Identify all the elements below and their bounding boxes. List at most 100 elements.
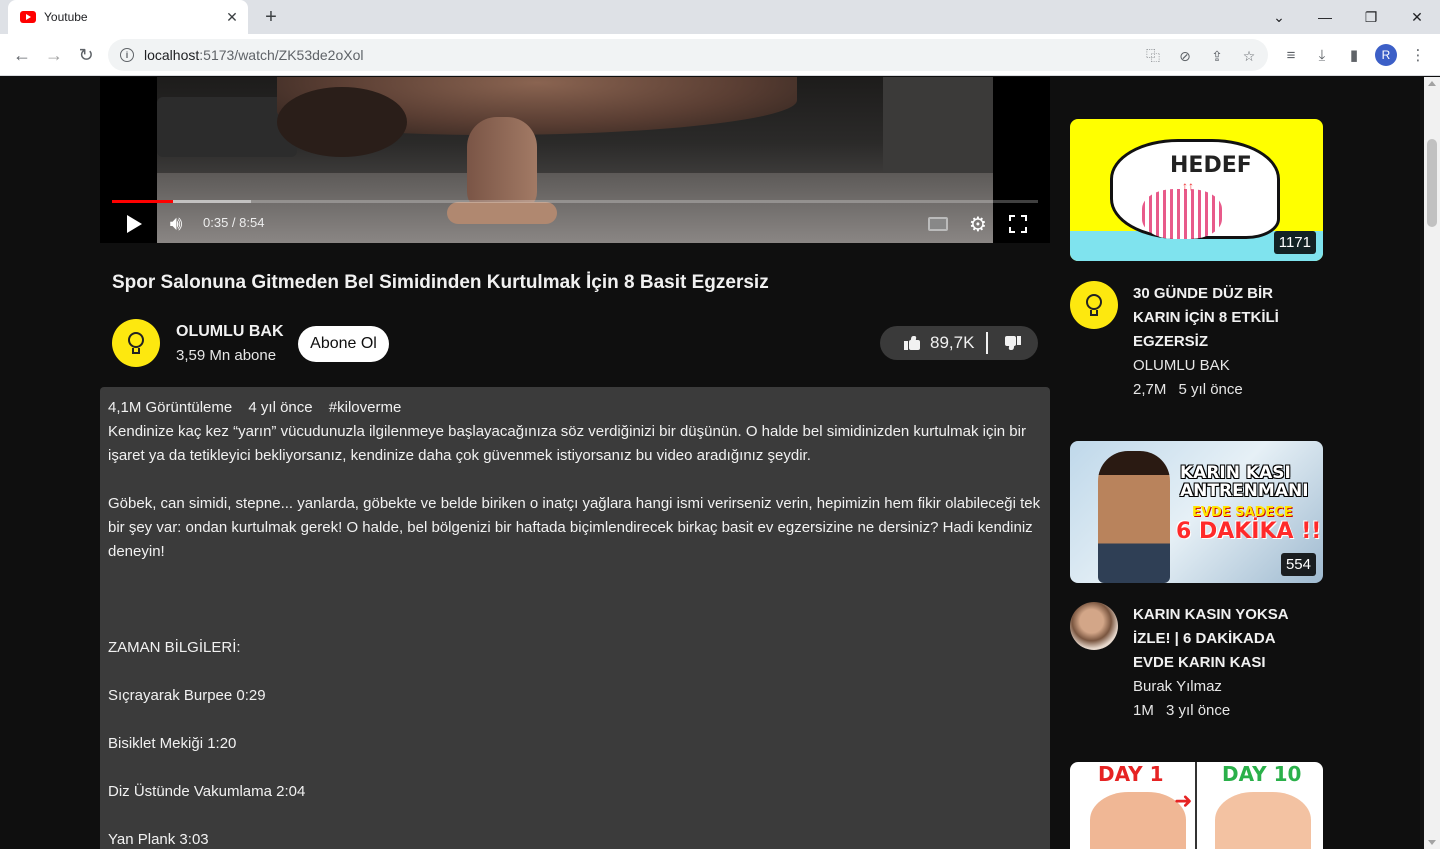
site-info-icon[interactable]: i <box>120 48 134 62</box>
arrow-right-icon: ➜ <box>1174 788 1193 813</box>
page-scrollbar[interactable] <box>1424 77 1440 849</box>
progress-played <box>112 200 174 203</box>
time-separator: / <box>228 215 240 230</box>
upload-age: 4 yıl önce <box>248 399 313 416</box>
person-hand <box>447 202 557 224</box>
like-button[interactable]: 89,7K <box>880 326 986 360</box>
bookmark-star-icon[interactable]: ☆ <box>1240 47 1258 65</box>
close-window-button[interactable]: ✕ <box>1394 0 1440 34</box>
thumb-separator <box>1195 762 1197 849</box>
timestamp-item: Bisiklet Mekiği 1:20 <box>108 735 237 752</box>
share-icon[interactable]: ⇪ <box>1208 47 1226 65</box>
recommendation-thumbnail[interactable]: DAY 1 DAY 10 ➜ <box>1070 762 1323 849</box>
youtube-favicon-icon <box>20 11 36 23</box>
channel-name[interactable]: OLUMLU BAK <box>176 323 284 341</box>
address-bar[interactable]: i localhost :5173/watch/ZK53de2oXol ⿻ ⊘ … <box>108 39 1268 71</box>
play-icon <box>126 215 142 233</box>
subscribe-button[interactable]: Abone Ol <box>298 326 389 362</box>
minimize-button[interactable]: — <box>1302 0 1348 34</box>
volume-button[interactable]: 🔊︎ <box>164 212 188 236</box>
recommendation-thumbnail[interactable]: HEDEF ↑↑ 1171 <box>1070 119 1323 261</box>
recommendation-stats: 2,7M 5 yıl önce <box>1133 381 1251 398</box>
thumb-man <box>1098 451 1170 583</box>
url-host: localhost <box>144 47 200 63</box>
recommendation-thumbnail[interactable]: KARIN KASI ANTRENMANI EVDE SADECE 6 DAKİ… <box>1070 441 1323 583</box>
reading-list-icon[interactable]: ≡ <box>1281 45 1301 65</box>
video-player[interactable]: 🔊︎ 0:35 / 8:54 ⚙ <box>100 77 1050 243</box>
settings-button[interactable]: ⚙ <box>966 212 990 236</box>
url-path: :5173/watch/ZK53de2oXol <box>199 47 364 63</box>
thumb-text: EVDE SADECE <box>1192 505 1293 520</box>
restore-button[interactable]: ❐ <box>1348 0 1394 34</box>
recommendation-channel[interactable]: OLUMLU BAK <box>1133 357 1230 374</box>
background-shelf <box>883 77 993 187</box>
recommendation-channel-avatar[interactable] <box>1070 602 1118 650</box>
tab-search-chevron-down-icon[interactable]: ⌄ <box>1256 0 1302 34</box>
subtitles-icon <box>928 217 948 231</box>
channel-avatar[interactable] <box>112 319 160 367</box>
thumb-belly <box>1142 189 1222 239</box>
floor <box>157 173 993 243</box>
description-heading: ZAMAN BİLGİLERİ: <box>108 639 241 656</box>
recommendation-channel-avatar[interactable] <box>1070 281 1118 329</box>
download-icon[interactable]: ⤓ <box>1312 45 1332 65</box>
up-arrows-icon: ↑↑ <box>1182 179 1194 193</box>
thumb-body-after <box>1215 792 1311 849</box>
dislike-button[interactable] <box>988 326 1038 360</box>
thumb-body-before <box>1090 792 1186 849</box>
new-tab-button[interactable]: + <box>258 4 284 30</box>
play-button[interactable] <box>122 212 146 236</box>
recommendation-views: 2,7M <box>1133 381 1167 398</box>
scrollbar-thumb[interactable] <box>1427 139 1437 227</box>
thumbs-up-icon <box>904 336 920 350</box>
scroll-down-icon[interactable] <box>1428 840 1436 845</box>
close-tab-icon[interactable]: ✕ <box>222 7 242 27</box>
timestamp-item: Diz Üstünde Vakumlama 2:04 <box>108 783 306 800</box>
lightbulb-icon <box>125 330 147 356</box>
avatar-image <box>1070 602 1118 650</box>
background-couch <box>157 97 297 157</box>
page-content: 🔊︎ 0:35 / 8:54 ⚙ Spor Salonuna Gitmeden … <box>0 77 1424 849</box>
progress-bar[interactable] <box>112 200 1038 203</box>
time-display: 0:35 / 8:54 <box>203 215 264 230</box>
profile-avatar[interactable]: R <box>1375 44 1397 66</box>
thumb-text: 6 DAKİKA !! <box>1176 519 1322 544</box>
thumb-text: KARIN KASI <box>1180 463 1291 483</box>
thumb-text: HEDEF <box>1170 153 1252 178</box>
translate-icon[interactable]: ⿻ <box>1144 47 1162 65</box>
recommendation-age: 5 yıl önce <box>1178 381 1243 398</box>
timestamp-item: Yan Plank 3:03 <box>108 831 209 848</box>
recommendation-age: 3 yıl önce <box>1166 702 1231 719</box>
person-arm <box>467 117 537 212</box>
recommendation-title[interactable]: 30 GÜNDE DÜZ BİR KARIN İÇİN 8 ETKİLİ EGZ… <box>1133 282 1303 354</box>
video-frame[interactable] <box>157 77 993 243</box>
side-panel-icon[interactable]: ▮ <box>1344 45 1364 65</box>
thumb-text: DAY 10 <box>1222 762 1302 786</box>
recommendation-views: 1M <box>1133 702 1154 719</box>
eye-off-icon[interactable]: ⊘ <box>1176 47 1194 65</box>
thumb-text: ANTRENMANI <box>1180 481 1309 501</box>
description-box[interactable]: 4,1M Görüntüleme 4 yıl önce #kiloverme K… <box>100 387 1050 849</box>
recommendation-stats: 1M 3 yıl önce <box>1133 702 1238 719</box>
forward-arrow-icon[interactable]: → <box>40 41 68 69</box>
time-current: 0:35 <box>203 215 229 230</box>
reload-icon[interactable]: ↻ <box>72 41 100 69</box>
volume-icon: 🔊︎ <box>169 212 183 235</box>
tab-title: Youtube <box>44 10 88 24</box>
fullscreen-button[interactable] <box>1006 212 1030 236</box>
back-arrow-icon[interactable]: ← <box>8 41 36 69</box>
video-title: Spor Salonuna Gitmeden Bel Simidinden Ku… <box>112 272 769 293</box>
person-head <box>277 87 407 157</box>
recommendation-channel[interactable]: Burak Yılmaz <box>1133 678 1222 695</box>
description-meta: 4,1M Görüntüleme 4 yıl önce #kiloverme <box>108 396 1042 420</box>
scroll-up-icon[interactable] <box>1428 81 1436 86</box>
recommendation-title[interactable]: KARIN KASIN YOKSA İZLE! | 6 DAKİKADA EVD… <box>1133 603 1303 675</box>
browser-tab[interactable]: Youtube ✕ <box>8 0 248 34</box>
browser-toolbar: ← → ↻ i localhost :5173/watch/ZK53de2oXo… <box>0 34 1440 76</box>
view-count: 4,1M Görüntüleme <box>108 399 233 416</box>
hashtag-link[interactable]: #kiloverme <box>329 399 402 416</box>
more-menu-icon[interactable]: ⋮ <box>1408 45 1428 65</box>
subtitles-button[interactable] <box>926 212 950 236</box>
duration-badge: 1171 <box>1273 231 1316 254</box>
lightbulb-icon <box>1083 292 1105 318</box>
